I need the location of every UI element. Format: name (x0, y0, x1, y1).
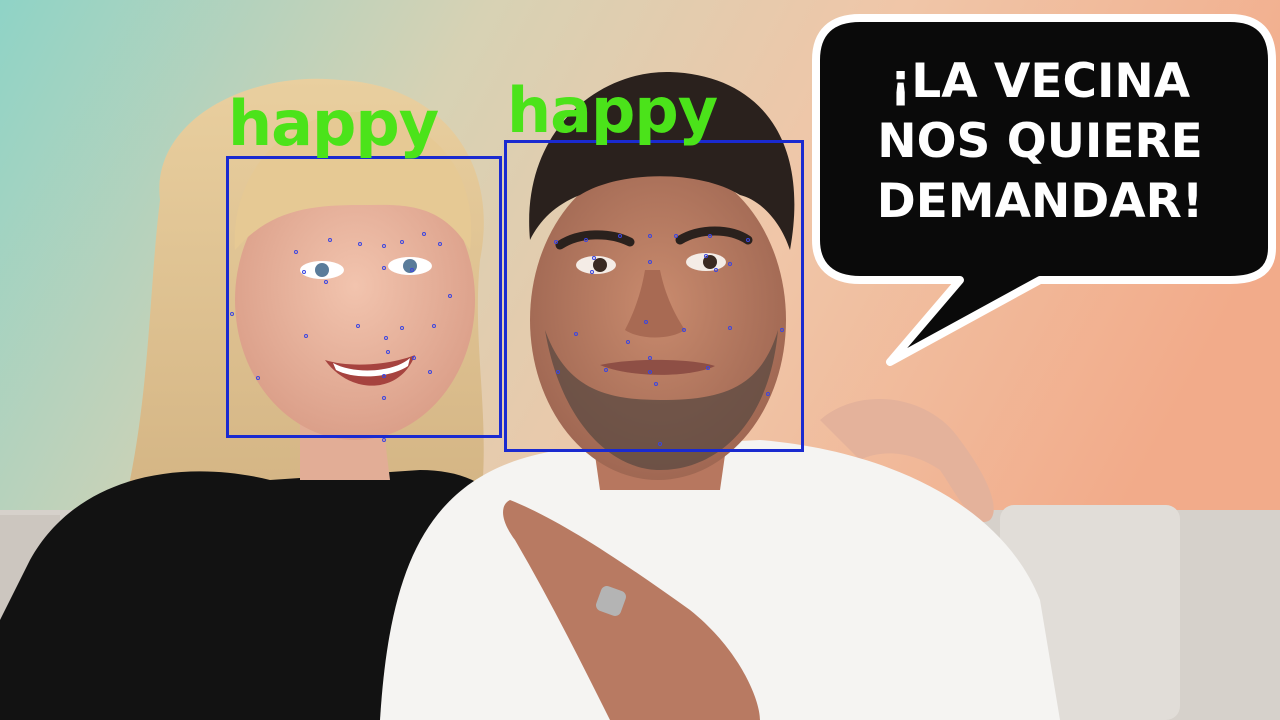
landmark-dot (554, 240, 558, 244)
photo-scene: happy happy ¡LA VECINA NOS QUIERE DEMAND… (0, 0, 1280, 720)
landmark-dot (302, 270, 306, 274)
landmark-dot (714, 268, 718, 272)
landmark-dot (382, 266, 386, 270)
landmark-dot (648, 370, 652, 374)
landmark-dot (706, 366, 710, 370)
landmark-dot (648, 234, 652, 238)
landmark-dot (708, 234, 712, 238)
landmark-dot (728, 262, 732, 266)
landmark-dot (386, 350, 390, 354)
landmark-dot (592, 256, 596, 260)
landmark-dot (304, 334, 308, 338)
landmark-dot (294, 250, 298, 254)
speech-bubble-text: ¡LA VECINA NOS QUIERE DEMANDAR! (876, 54, 1204, 229)
landmark-dot (618, 234, 622, 238)
landmark-dot (400, 240, 404, 244)
landmark-dot (648, 356, 652, 360)
landmark-dot (230, 312, 234, 316)
landmark-dot (384, 336, 388, 340)
landmark-dot (590, 270, 594, 274)
landmark-dot (410, 268, 414, 272)
landmark-dot (604, 368, 608, 372)
landmark-dot (324, 280, 328, 284)
landmark-dot (412, 356, 416, 360)
landmark-dot (382, 244, 386, 248)
face-bounding-box (504, 140, 804, 452)
face-bounding-box (226, 156, 502, 438)
landmark-dot (432, 324, 436, 328)
landmark-dot (382, 396, 386, 400)
landmark-dot (400, 326, 404, 330)
landmark-dot (766, 392, 770, 396)
landmark-dot (382, 438, 386, 442)
landmark-dot (704, 254, 708, 258)
landmark-dot (358, 242, 362, 246)
landmark-dot (328, 238, 332, 242)
landmark-dot (658, 442, 662, 446)
landmark-dot (644, 320, 648, 324)
landmark-dot (780, 328, 784, 332)
landmark-dot (728, 326, 732, 330)
landmark-dot (382, 374, 386, 378)
landmark-dot (648, 260, 652, 264)
landmark-dot (428, 370, 432, 374)
landmark-dot (422, 232, 426, 236)
landmark-dot (574, 332, 578, 336)
landmark-dot (654, 382, 658, 386)
landmark-dot (448, 294, 452, 298)
landmark-dot (682, 328, 686, 332)
landmark-dot (356, 324, 360, 328)
landmark-dot (584, 238, 588, 242)
emotion-label: happy (507, 74, 718, 147)
landmark-dot (438, 242, 442, 246)
landmark-dot (556, 370, 560, 374)
emotion-label: happy (228, 87, 439, 160)
landmark-dot (626, 340, 630, 344)
landmark-dot (256, 376, 260, 380)
landmark-dot (746, 238, 750, 242)
landmark-dot (674, 234, 678, 238)
